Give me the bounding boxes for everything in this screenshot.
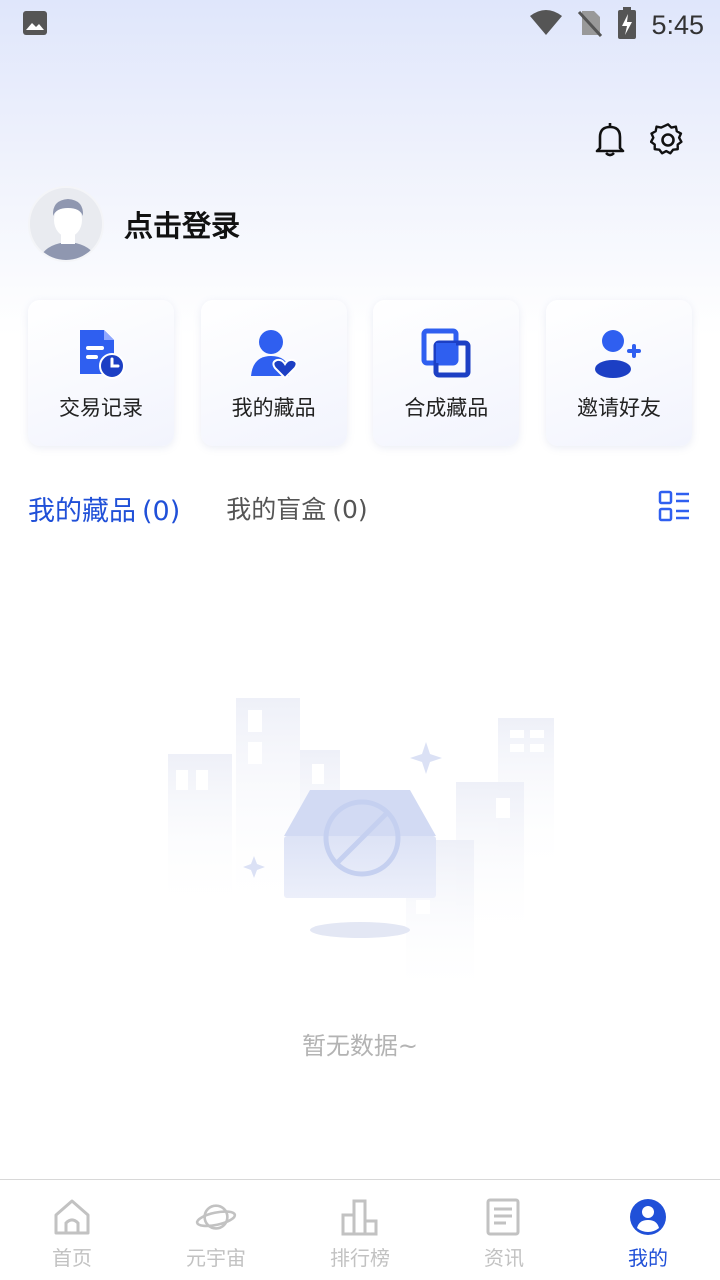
action-my-collection[interactable]: 我的藏品	[200, 300, 347, 446]
quick-actions: 交易记录 我的藏品 合成藏品 邀请好友	[28, 300, 692, 446]
planet-icon	[195, 1196, 237, 1238]
home-icon	[51, 1196, 93, 1238]
nav-home[interactable]: 首页	[0, 1180, 144, 1280]
ranking-icon	[339, 1196, 381, 1238]
avatar[interactable]	[28, 186, 104, 262]
action-transaction-record[interactable]: 交易记录	[28, 300, 174, 446]
empty-state-illustration	[160, 690, 560, 1000]
action-synthesize[interactable]: 合成藏品	[373, 300, 520, 446]
nav-profile[interactable]: 我的	[576, 1180, 720, 1280]
action-invite-friend[interactable]: 邀请好友	[545, 300, 692, 446]
nav-label: 排行榜	[330, 1246, 390, 1270]
profile-section[interactable]: 点击登录	[28, 186, 240, 262]
battery-charging-icon	[617, 7, 637, 43]
synthesize-icon	[418, 326, 474, 382]
image-icon	[22, 10, 48, 40]
tab-label: 我的盲盒	[226, 495, 327, 524]
tab-my-blind-box[interactable]: 我的盲盒 (0)	[226, 490, 367, 526]
nav-label: 资讯	[484, 1246, 524, 1270]
nav-label: 首页	[52, 1246, 92, 1270]
no-sim-icon	[577, 9, 603, 41]
nav-news[interactable]: 资讯	[432, 1180, 576, 1280]
nav-label: 元宇宙	[186, 1246, 246, 1270]
profile-icon	[627, 1196, 669, 1238]
nav-ranking[interactable]: 排行榜	[288, 1180, 432, 1280]
action-label: 交易记录	[59, 396, 143, 420]
my-collection-icon	[246, 326, 302, 382]
tab-my-collection[interactable]: 我的藏品 (0)	[28, 489, 180, 528]
tab-label: 我的藏品	[28, 495, 136, 527]
tab-count: (0)	[332, 495, 368, 524]
gear-icon[interactable]	[650, 120, 686, 160]
status-bar: 5:45	[0, 0, 720, 50]
login-label[interactable]: 点击登录	[124, 203, 240, 245]
empty-state-text: 暂无数据~	[301, 1032, 419, 1060]
action-label: 合成藏品	[404, 396, 489, 420]
collection-tabs: 我的藏品 (0) 我的盲盒 (0)	[28, 486, 692, 530]
nav-label: 我的	[628, 1246, 668, 1270]
invite-friend-icon	[591, 326, 647, 382]
transaction-record-icon	[73, 326, 129, 382]
nav-metaverse[interactable]: 元宇宙	[144, 1180, 288, 1280]
bell-icon[interactable]	[592, 120, 628, 160]
action-label: 我的藏品	[231, 396, 316, 420]
bottom-navigation: 首页 元宇宙 排行榜 资讯 我的	[0, 1179, 720, 1280]
action-label: 邀请好友	[576, 396, 661, 420]
header-actions	[592, 120, 686, 160]
wifi-icon	[529, 10, 563, 40]
status-time: 5:45	[651, 9, 704, 40]
list-view-icon[interactable]	[658, 490, 690, 526]
news-icon	[483, 1196, 525, 1238]
tab-count: (0)	[142, 495, 181, 527]
